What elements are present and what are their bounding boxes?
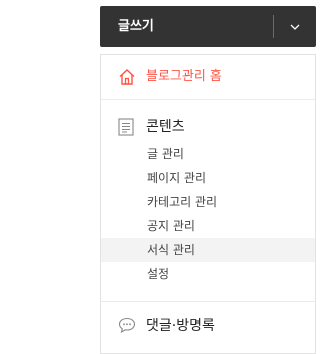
sidebar-item-post-management[interactable]: 글 관리: [101, 142, 315, 166]
write-post-button[interactable]: 글쓰기: [118, 6, 154, 47]
chevron-down-icon: [290, 24, 300, 30]
sidebar-item-settings[interactable]: 설정: [101, 262, 315, 286]
admin-sidebar: 블로그관리 홈 콘텐츠 글 관리 페이지 관리 카테고리 관리 공지 관리 서식…: [100, 54, 316, 354]
sidebar-item-page-management[interactable]: 페이지 관리: [101, 166, 315, 190]
document-icon: [118, 118, 134, 136]
divider: [101, 99, 315, 100]
sidebar-section-content[interactable]: 콘텐츠: [101, 112, 315, 142]
write-options-dropdown[interactable]: [274, 6, 316, 47]
sidebar-item-template-management[interactable]: 서식 관리: [101, 238, 315, 262]
section-label: 콘텐츠: [146, 119, 185, 135]
sidebar-item-blog-admin-home[interactable]: 블로그관리 홈: [101, 55, 315, 99]
sidebar-item-category-management[interactable]: 카테고리 관리: [101, 190, 315, 214]
speech-bubble-icon: [118, 317, 136, 334]
write-post-bar: 글쓰기: [100, 6, 316, 47]
divider: [101, 301, 315, 302]
home-icon: [119, 69, 135, 85]
sidebar-section-comments-guestbook[interactable]: 댓글·방명록: [101, 311, 315, 341]
sidebar-item-label: 블로그관리 홈: [146, 69, 222, 84]
section-label: 댓글·방명록: [146, 318, 215, 334]
sidebar-item-notice-management[interactable]: 공지 관리: [101, 214, 315, 238]
